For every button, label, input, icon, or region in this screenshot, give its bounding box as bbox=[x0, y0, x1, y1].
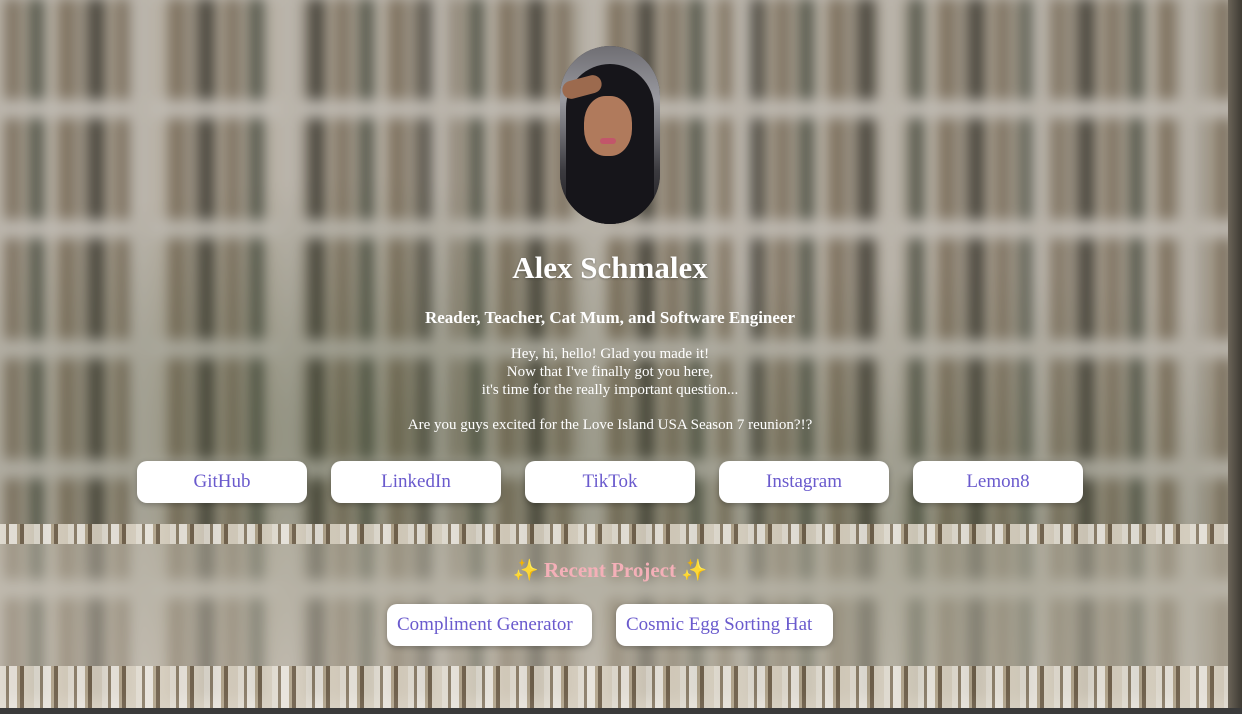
social-links: GitHub LinkedIn TikTok Instagram Lemon8 bbox=[137, 461, 1083, 503]
github-link[interactable]: GitHub bbox=[137, 461, 307, 503]
intro-line: it's time for the really important quest… bbox=[481, 382, 739, 398]
intro-question: Are you guys excited for the Love Island… bbox=[407, 417, 813, 433]
bookshelf-strip bbox=[0, 666, 1228, 708]
project-links: Compliment Generator Cosmic Egg Sorting … bbox=[387, 604, 833, 646]
avatar bbox=[560, 46, 660, 224]
intro-line: Hey, hi, hello! Glad you made it! bbox=[510, 346, 710, 362]
linkedin-link[interactable]: LinkedIn bbox=[331, 461, 501, 503]
cosmic-egg-sorting-hat-link[interactable]: Cosmic Egg Sorting Hat bbox=[616, 604, 833, 646]
sparkle-icon: ✨ bbox=[512, 558, 539, 582]
page: Alex Schmalex Reader, Teacher, Cat Mum, … bbox=[0, 0, 1242, 714]
profile-tagline: Reader, Teacher, Cat Mum, and Software E… bbox=[424, 308, 796, 327]
window-bottom-edge bbox=[0, 708, 1242, 714]
book-spines-strip bbox=[0, 524, 1228, 544]
tiktok-link[interactable]: TikTok bbox=[525, 461, 695, 503]
instagram-link[interactable]: Instagram bbox=[719, 461, 889, 503]
intro-line: Now that I've finally got you here, bbox=[506, 364, 714, 380]
projects-title-text: Recent Project bbox=[544, 558, 676, 582]
projects-section: ✨ Recent Project ✨ Compliment Generator … bbox=[0, 544, 1228, 666]
window-edge bbox=[1228, 0, 1242, 714]
sparkle-icon: ✨ bbox=[681, 558, 708, 582]
lemon8-link[interactable]: Lemon8 bbox=[913, 461, 1083, 503]
projects-title: ✨ Recent Project ✨ bbox=[0, 558, 1220, 583]
compliment-generator-link[interactable]: Compliment Generator bbox=[387, 604, 592, 646]
intro-text: Hey, hi, hello! Glad you made it! Now th… bbox=[0, 345, 1220, 399]
profile-name: Alex Schmalex bbox=[512, 250, 708, 285]
